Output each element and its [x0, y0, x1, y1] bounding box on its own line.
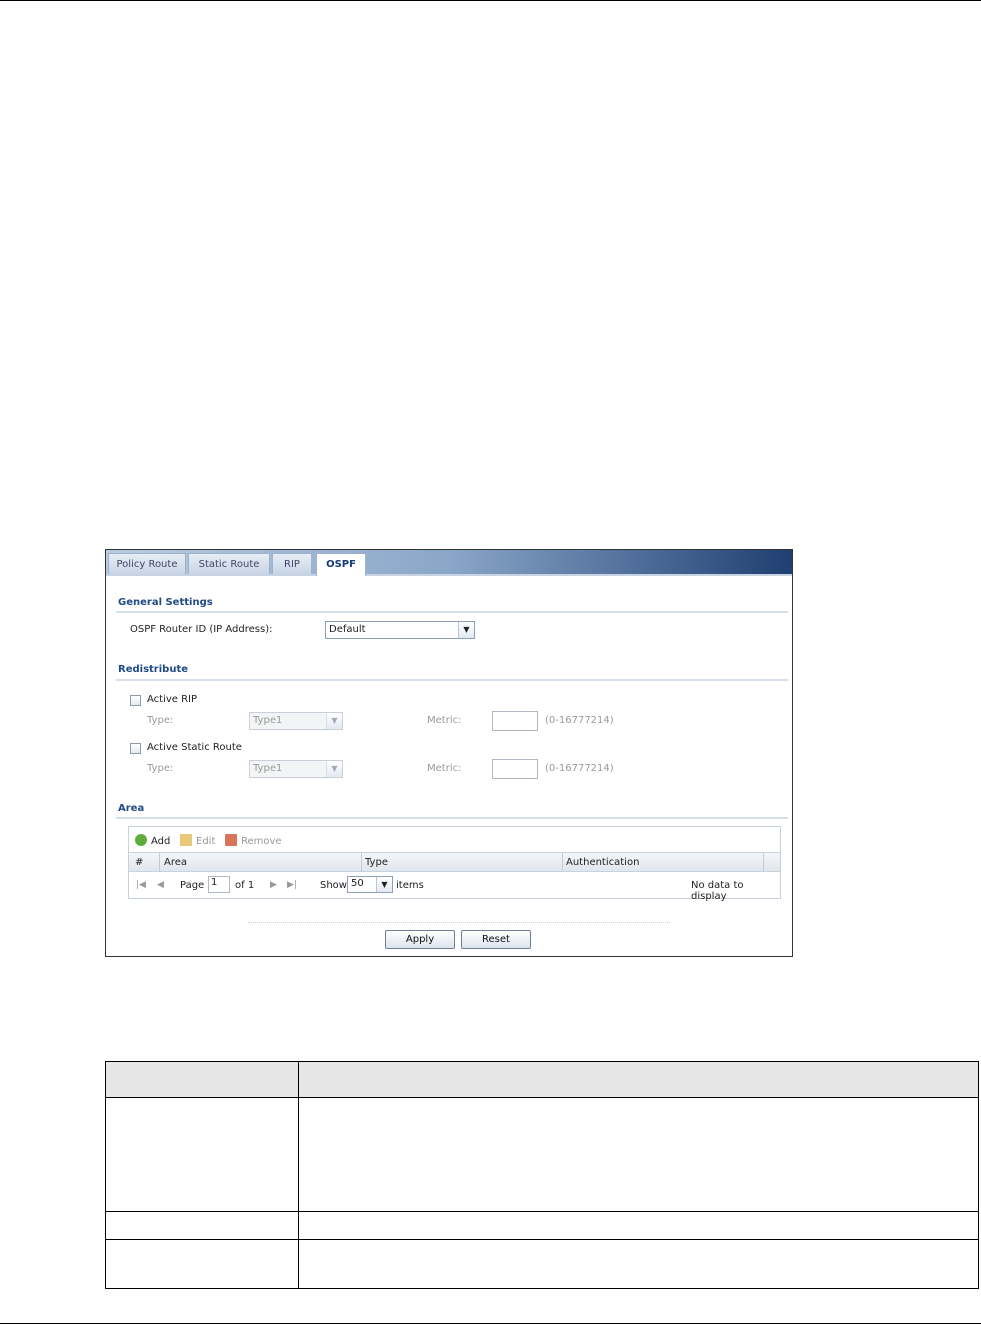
router-id-label: OSPF Router ID (IP Address): [130, 624, 273, 635]
static-metric-range: (0-16777214) [545, 763, 614, 774]
tab-bar: Policy Route Static Route RIP OSPF [106, 550, 792, 576]
remove-icon [225, 834, 237, 846]
edit-icon [180, 834, 192, 846]
table-row [106, 1097, 978, 1212]
ospf-panel: Policy Route Static Route RIP OSPF Gener… [105, 549, 793, 957]
column-authentication[interactable]: Authentication [566, 857, 639, 868]
static-metric-input[interactable] [492, 759, 538, 779]
static-type-label: Type: [147, 763, 174, 774]
reset-button[interactable]: Reset [461, 930, 531, 949]
table-header: # Area Type Authentication [129, 852, 780, 872]
add-label: Add [151, 836, 171, 847]
tab-rip[interactable]: RIP [272, 553, 312, 574]
remove-label: Remove [241, 836, 282, 847]
first-page-icon[interactable]: |◀ [136, 880, 146, 890]
edit-button[interactable]: Edit [180, 834, 215, 847]
section-divider [116, 679, 788, 681]
chevron-down-icon: ▼ [326, 761, 342, 777]
router-id-value: Default [329, 624, 366, 635]
page-value: 1 [211, 877, 218, 888]
static-type-value: Type1 [253, 763, 283, 774]
apply-button[interactable]: Apply [385, 930, 455, 949]
active-static-route-label: Active Static Route [147, 742, 242, 753]
show-label: Show [320, 880, 347, 891]
next-page-icon[interactable]: ▶ [270, 880, 277, 890]
tab-ospf[interactable]: OSPF [316, 553, 366, 576]
edit-label: Edit [196, 836, 216, 847]
bottom-rule [0, 1323, 981, 1324]
tab-policy-route[interactable]: Policy Route [108, 553, 186, 574]
top-rule [0, 0, 981, 1]
page-label: Page [180, 880, 205, 891]
section-divider [116, 611, 788, 613]
rip-type-value: Type1 [253, 715, 283, 726]
area-title: Area [118, 803, 145, 814]
column-divider [298, 1062, 299, 1288]
page-size-value: 50 [351, 878, 364, 889]
add-icon [135, 834, 147, 846]
page-of-label: of 1 [235, 880, 255, 891]
active-rip-checkbox[interactable] [130, 695, 141, 706]
column-type[interactable]: Type [365, 857, 388, 868]
document-table [105, 1061, 979, 1289]
rip-metric-label: Metric: [427, 715, 462, 726]
redistribute-title: Redistribute [118, 664, 188, 675]
page-input[interactable]: 1 [208, 876, 230, 893]
add-button[interactable]: Add [135, 834, 170, 847]
column-number[interactable]: # [135, 857, 143, 868]
last-page-icon[interactable]: ▶| [287, 880, 297, 890]
table-header-row [106, 1062, 978, 1098]
section-divider [116, 817, 788, 819]
tab-static-route[interactable]: Static Route [188, 553, 270, 574]
rip-type-select[interactable]: Type1 ▼ [249, 712, 343, 730]
static-type-select[interactable]: Type1 ▼ [249, 760, 343, 778]
prev-page-icon[interactable]: ◀ [157, 880, 164, 890]
remove-button[interactable]: Remove [225, 834, 282, 847]
pager: |◀ ◀ Page 1 of 1 ▶ ▶| Show 50 ▼ items No… [129, 873, 780, 902]
page-size-select[interactable]: 50 ▼ [347, 876, 393, 893]
button-divider [248, 922, 670, 923]
items-label: items [396, 880, 424, 891]
table-row [106, 1211, 978, 1240]
chevron-down-icon: ▼ [376, 877, 392, 892]
area-table: Add Edit Remove # Area Type Authenticati… [128, 826, 781, 902]
router-id-select[interactable]: Default ▼ [325, 621, 475, 639]
chevron-down-icon: ▼ [458, 622, 474, 638]
active-static-route-checkbox[interactable] [130, 743, 141, 754]
chevron-down-icon: ▼ [326, 713, 342, 729]
rip-metric-input[interactable] [492, 711, 538, 731]
column-area[interactable]: Area [164, 857, 187, 868]
general-settings-title: General Settings [118, 597, 213, 608]
static-metric-label: Metric: [427, 763, 462, 774]
active-rip-label: Active RIP [147, 694, 198, 705]
rip-type-label: Type: [147, 715, 174, 726]
rip-metric-range: (0-16777214) [545, 715, 614, 726]
empty-text: No data to display [691, 880, 744, 902]
